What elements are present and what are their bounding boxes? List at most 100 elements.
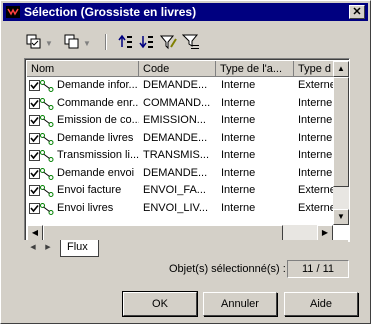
toolbar-separator [105, 34, 107, 50]
cell-code: DEMANDE... [143, 79, 208, 91]
horizontal-scrollbar[interactable]: ◀ ▶ [27, 225, 333, 241]
sort-up-icon [118, 34, 132, 48]
cell-code: DEMANDE... [143, 131, 208, 144]
cell-type2: Interne [298, 149, 333, 161]
app-icon [6, 6, 20, 18]
checkbox-checked-icon[interactable] [29, 167, 40, 179]
close-button[interactable]: ✕ [349, 5, 365, 19]
scroll-left-button[interactable]: ◀ [27, 225, 43, 241]
cell-type: Interne [221, 166, 256, 179]
list-item[interactable]: Commande enr... COMMAND... Interne Interne [27, 95, 333, 113]
scroll-thumb[interactable] [333, 77, 349, 187]
cell-type2: Interne [298, 166, 333, 179]
flow-icon [40, 80, 54, 92]
checkbox-checked-icon[interactable] [29, 97, 40, 109]
list-item[interactable]: Envoi facture ENVOI_FA... Interne Externe [27, 182, 334, 200]
column-header-row: Nom Code Type de l'a... Type d [27, 61, 334, 77]
cancel-button[interactable]: Annuler [203, 292, 277, 316]
checkbox-checked-icon[interactable] [29, 132, 40, 144]
cell-code: EMISSION... [143, 114, 206, 126]
rows-container: Demande infor... DEMANDE... Interne Externe… [27, 77, 334, 218]
tab-next-icon[interactable]: ▶ [41, 241, 55, 255]
cell-type: Interne [221, 184, 256, 196]
cell-code: ENVOI_LIV... [143, 201, 209, 214]
flow-icon [40, 167, 54, 180]
flow-icon [40, 202, 54, 215]
help-button[interactable]: Aide [284, 292, 358, 316]
ok-button[interactable]: OK [122, 291, 198, 317]
flow-icon [40, 150, 54, 162]
tab-prev-icon[interactable]: ◀ [26, 241, 40, 255]
selection-list[interactable]: Nom Code Type de l'a... Type d Demande i… [24, 58, 350, 242]
move-down-button[interactable] [138, 33, 156, 51]
edit-filter-button[interactable] [160, 33, 178, 51]
column-header-type[interactable]: Type de l'a... [216, 61, 294, 77]
checkbox-checked-icon[interactable] [29, 150, 40, 161]
move-up-button[interactable] [117, 33, 135, 51]
column-header-type2[interactable]: Type d [294, 61, 334, 77]
selected-count-value: 11 / 11 [287, 260, 349, 278]
cell-nom: Demande livres [57, 131, 134, 144]
cell-type2: Externe [298, 79, 334, 91]
list-item[interactable]: Demande envoi DEMANDE... Interne Interne [27, 165, 333, 183]
sort-down-icon [139, 36, 153, 49]
cell-type: Interne [221, 131, 256, 144]
cell-code: TRANSMIS... [143, 149, 210, 161]
cell-code: ENVOI_FA... [143, 184, 206, 196]
scroll-up-button[interactable]: ▲ [333, 61, 349, 77]
list-item[interactable]: Transmission li... TRANSMIS... Interne Inte… [27, 147, 333, 165]
selection-dialog: Sélection (Grossiste en livres) ✕ ▼ ▼ No… [0, 0, 371, 324]
vertical-scrollbar[interactable]: ▲ ▼ [333, 61, 349, 225]
filter-icon [182, 34, 199, 49]
tab-bar: ◀ ▶ Flux [24, 240, 348, 258]
cell-type2: Interne [298, 114, 333, 126]
cell-type: Interne [221, 79, 256, 91]
cell-type: Interne [221, 201, 256, 214]
checkbox-checked-icon[interactable] [29, 185, 40, 196]
select-all-icon [26, 34, 41, 49]
cell-code: COMMAND... [143, 96, 211, 109]
scroll-down-button[interactable]: ▼ [333, 209, 349, 225]
list-item[interactable]: Demande infor... DEMANDE... Interne Externe [27, 77, 334, 95]
cell-nom: Commande enr... [57, 96, 139, 109]
select-all-button[interactable] [25, 33, 43, 51]
tab-flux[interactable]: Flux [60, 240, 99, 257]
filter-button[interactable] [182, 33, 200, 51]
checkbox-checked-icon[interactable] [29, 202, 40, 214]
cell-nom: Envoi facture [57, 184, 122, 196]
cell-type2: Interne [298, 131, 333, 144]
flow-icon [40, 185, 54, 197]
edit-filter-icon [160, 35, 177, 50]
cell-type2: Interne [298, 96, 333, 109]
column-header-code[interactable]: Code [139, 61, 216, 77]
list-item[interactable]: Emission de co... EMISSION... Interne Inter… [27, 112, 333, 130]
checkbox-checked-icon[interactable] [29, 115, 40, 126]
cell-type2: Externe [298, 201, 334, 214]
column-header-nom[interactable]: Nom [27, 61, 139, 77]
cell-nom: Demande envoi [57, 166, 135, 179]
flow-icon [40, 132, 54, 145]
cell-type: Interne [221, 96, 256, 109]
deselect-all-button[interactable] [63, 33, 81, 51]
checkbox-checked-icon[interactable] [29, 80, 40, 91]
list-item[interactable]: Envoi livres ENVOI_LIV... Interne Externe [27, 200, 334, 218]
cell-nom: Transmission li... [57, 149, 139, 161]
list-item[interactable]: Demande livres DEMANDE... Interne Interne [27, 130, 333, 148]
cell-type2: Externe [298, 184, 334, 196]
horizontal-scroll-thumb[interactable] [43, 225, 283, 241]
chevron-down-icon[interactable]: ▼ [83, 39, 91, 48]
cell-code: DEMANDE... [143, 166, 208, 179]
selected-count-label: Objet(s) sélectionné(s) : [169, 263, 286, 275]
window-title: Sélection (Grossiste en livres) [24, 5, 197, 19]
cell-type: Interne [221, 114, 256, 126]
deselect-all-icon [64, 34, 79, 49]
title-bar[interactable]: Sélection (Grossiste en livres) ✕ [3, 3, 368, 21]
cell-nom: Demande infor... [57, 79, 138, 91]
cell-type: Interne [221, 149, 256, 161]
scroll-right-button[interactable]: ▶ [317, 225, 333, 241]
flow-icon [40, 115, 54, 127]
cell-nom: Emission de co... [57, 114, 139, 126]
chevron-down-icon[interactable]: ▼ [45, 39, 53, 48]
flow-icon [40, 97, 54, 110]
cell-nom: Envoi livres [57, 201, 114, 214]
